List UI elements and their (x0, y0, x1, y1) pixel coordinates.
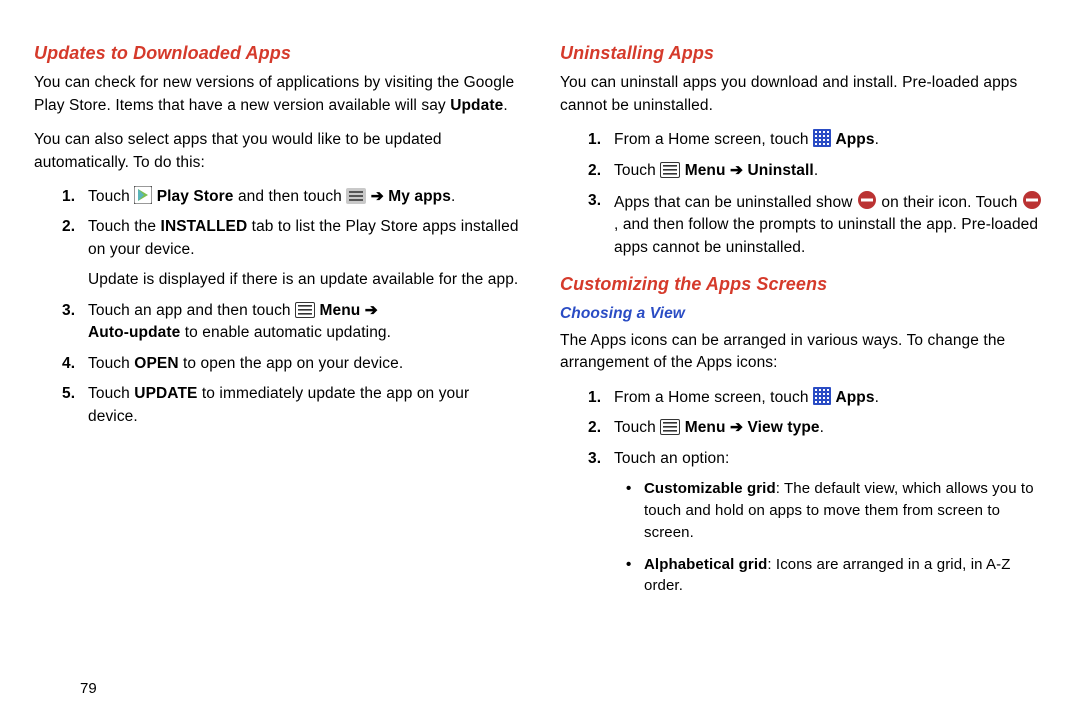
customize-step-3: 3. Touch an option: • Customizable grid:… (588, 448, 1046, 607)
uninstall-step-2: 2. Touch Menu ➔ Uninstall. (588, 160, 1046, 182)
left-column: Updates to Downloaded Apps You can check… (34, 40, 520, 615)
updates-step-3: 3. Touch an app and then touch Menu ➔ Au… (62, 300, 520, 345)
customize-steps: 1. From a Home screen, touch Apps. 2. To… (588, 387, 1046, 607)
menu-icon (660, 419, 680, 435)
option-alphabetical-grid: • Alphabetical grid: Icons are arranged … (626, 554, 1046, 598)
uninstall-intro: You can uninstall apps you download and … (560, 72, 1046, 117)
heading-uninstall: Uninstalling Apps (560, 40, 1046, 66)
menu-icon (346, 188, 366, 204)
updates-step-1: 1. Touch Play Store and then touch ➔ My … (62, 186, 520, 208)
option-customizable-grid: • Customizable grid: The default view, w… (626, 478, 1046, 543)
uninstall-step-3: 3. Apps that can be uninstalled show on … (588, 190, 1046, 259)
customize-step-1: 1. From a Home screen, touch Apps. (588, 387, 1046, 409)
updates-step-2: 2. Touch the INSTALLED tab to list the P… (62, 216, 520, 291)
play-store-icon (134, 186, 152, 204)
subheading-choosing-view: Choosing a View (560, 303, 1046, 325)
updates-intro: You can check for new versions of applic… (34, 72, 520, 117)
remove-icon (1022, 190, 1042, 210)
menu-icon (295, 302, 315, 318)
updates-step-5: 5. Touch UPDATE to immediately update th… (62, 383, 520, 428)
customize-step-2: 2. Touch Menu ➔ View type. (588, 417, 1046, 439)
updates-auto-intro: You can also select apps that you would … (34, 129, 520, 174)
heading-customize: Customizing the Apps Screens (560, 271, 1046, 297)
apps-icon (813, 129, 831, 147)
page-number: 79 (80, 680, 97, 697)
uninstall-steps: 1. From a Home screen, touch Apps. 2. To… (588, 129, 1046, 259)
updates-step-4: 4. Touch OPEN to open the app on your de… (62, 353, 520, 375)
remove-icon (857, 190, 877, 210)
heading-updates: Updates to Downloaded Apps (34, 40, 520, 66)
menu-icon (660, 162, 680, 178)
uninstall-step-1: 1. From a Home screen, touch Apps. (588, 129, 1046, 151)
right-column: Uninstalling Apps You can uninstall apps… (560, 40, 1046, 615)
customize-intro: The Apps icons can be arranged in variou… (560, 330, 1046, 375)
apps-icon (813, 387, 831, 405)
updates-steps: 1. Touch Play Store and then touch ➔ My … (62, 186, 520, 428)
